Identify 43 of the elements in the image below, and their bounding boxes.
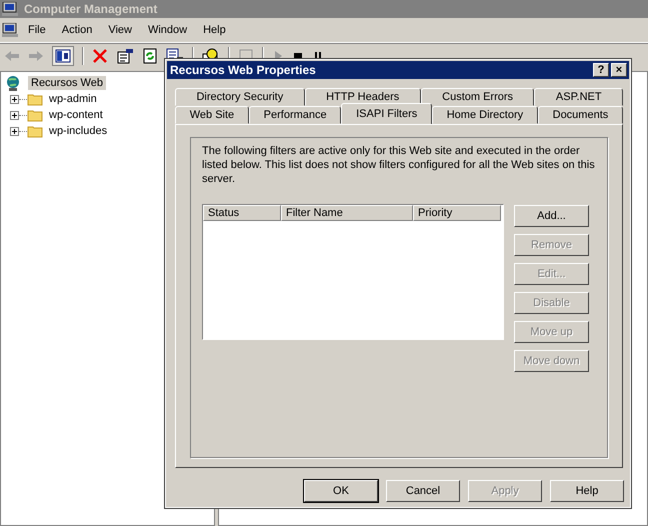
tab[interactable]: Performance: [248, 106, 342, 124]
close-button[interactable]: ×: [611, 63, 627, 77]
properties-icon[interactable]: [116, 48, 134, 64]
globe-icon: [5, 75, 21, 91]
action-button[interactable]: Add...: [514, 205, 589, 227]
expander-icon[interactable]: [10, 126, 19, 136]
tab[interactable]: Web Site: [175, 106, 249, 124]
dialog-button[interactable]: Help: [550, 480, 624, 502]
folder-icon: [27, 124, 43, 138]
tree-item[interactable]: wp-content: [46, 108, 106, 122]
panel-toggle-icon[interactable]: [52, 46, 74, 66]
dialog-title: Recursos Web Properties: [170, 63, 316, 77]
window-title: Computer Management: [24, 2, 158, 16]
tab[interactable]: Custom Errors: [420, 88, 534, 106]
help-button[interactable]: ?: [593, 63, 609, 77]
menu-item[interactable]: File: [20, 24, 54, 36]
description-text: The following filters are active only for this Web site and executed in the order listed below. This list does not show filters configured for all the Web sites on this server.: [202, 144, 596, 186]
tab[interactable]: Home Directory: [432, 106, 538, 124]
tab[interactable]: ASP.NET: [534, 88, 624, 106]
menu-item[interactable]: Help: [195, 24, 234, 36]
folder-icon: [27, 92, 43, 106]
menu-item[interactable]: View: [100, 24, 140, 36]
computer-icon[interactable]: [2, 23, 18, 37]
column-header[interactable]: Filter Name: [281, 205, 413, 221]
tree-item[interactable]: wp-admin: [46, 92, 100, 106]
menu-item[interactable]: Window: [140, 24, 196, 36]
tab[interactable]: Directory Security: [175, 88, 305, 106]
expander-icon[interactable]: [10, 110, 19, 120]
tab[interactable]: Documents: [538, 106, 624, 124]
tree-item[interactable]: Recursos Web: [28, 76, 106, 90]
column-header[interactable]: Status: [203, 205, 281, 221]
filter-list[interactable]: Status Filter Name Priority: [202, 204, 504, 340]
menu-item[interactable]: Action: [54, 24, 100, 36]
tab[interactable]: ISAPI Filters: [341, 103, 432, 124]
folder-icon: [27, 108, 43, 122]
refresh-icon[interactable]: [142, 48, 158, 64]
dialog-button[interactable]: OK: [304, 480, 378, 502]
expander-icon[interactable]: [10, 94, 19, 104]
computer-icon: [2, 2, 18, 16]
tree-item[interactable]: wp-includes: [46, 124, 110, 138]
column-header[interactable]: Priority: [413, 205, 501, 221]
dialog-button[interactable]: Cancel: [386, 480, 460, 502]
delete-icon[interactable]: [92, 48, 108, 64]
